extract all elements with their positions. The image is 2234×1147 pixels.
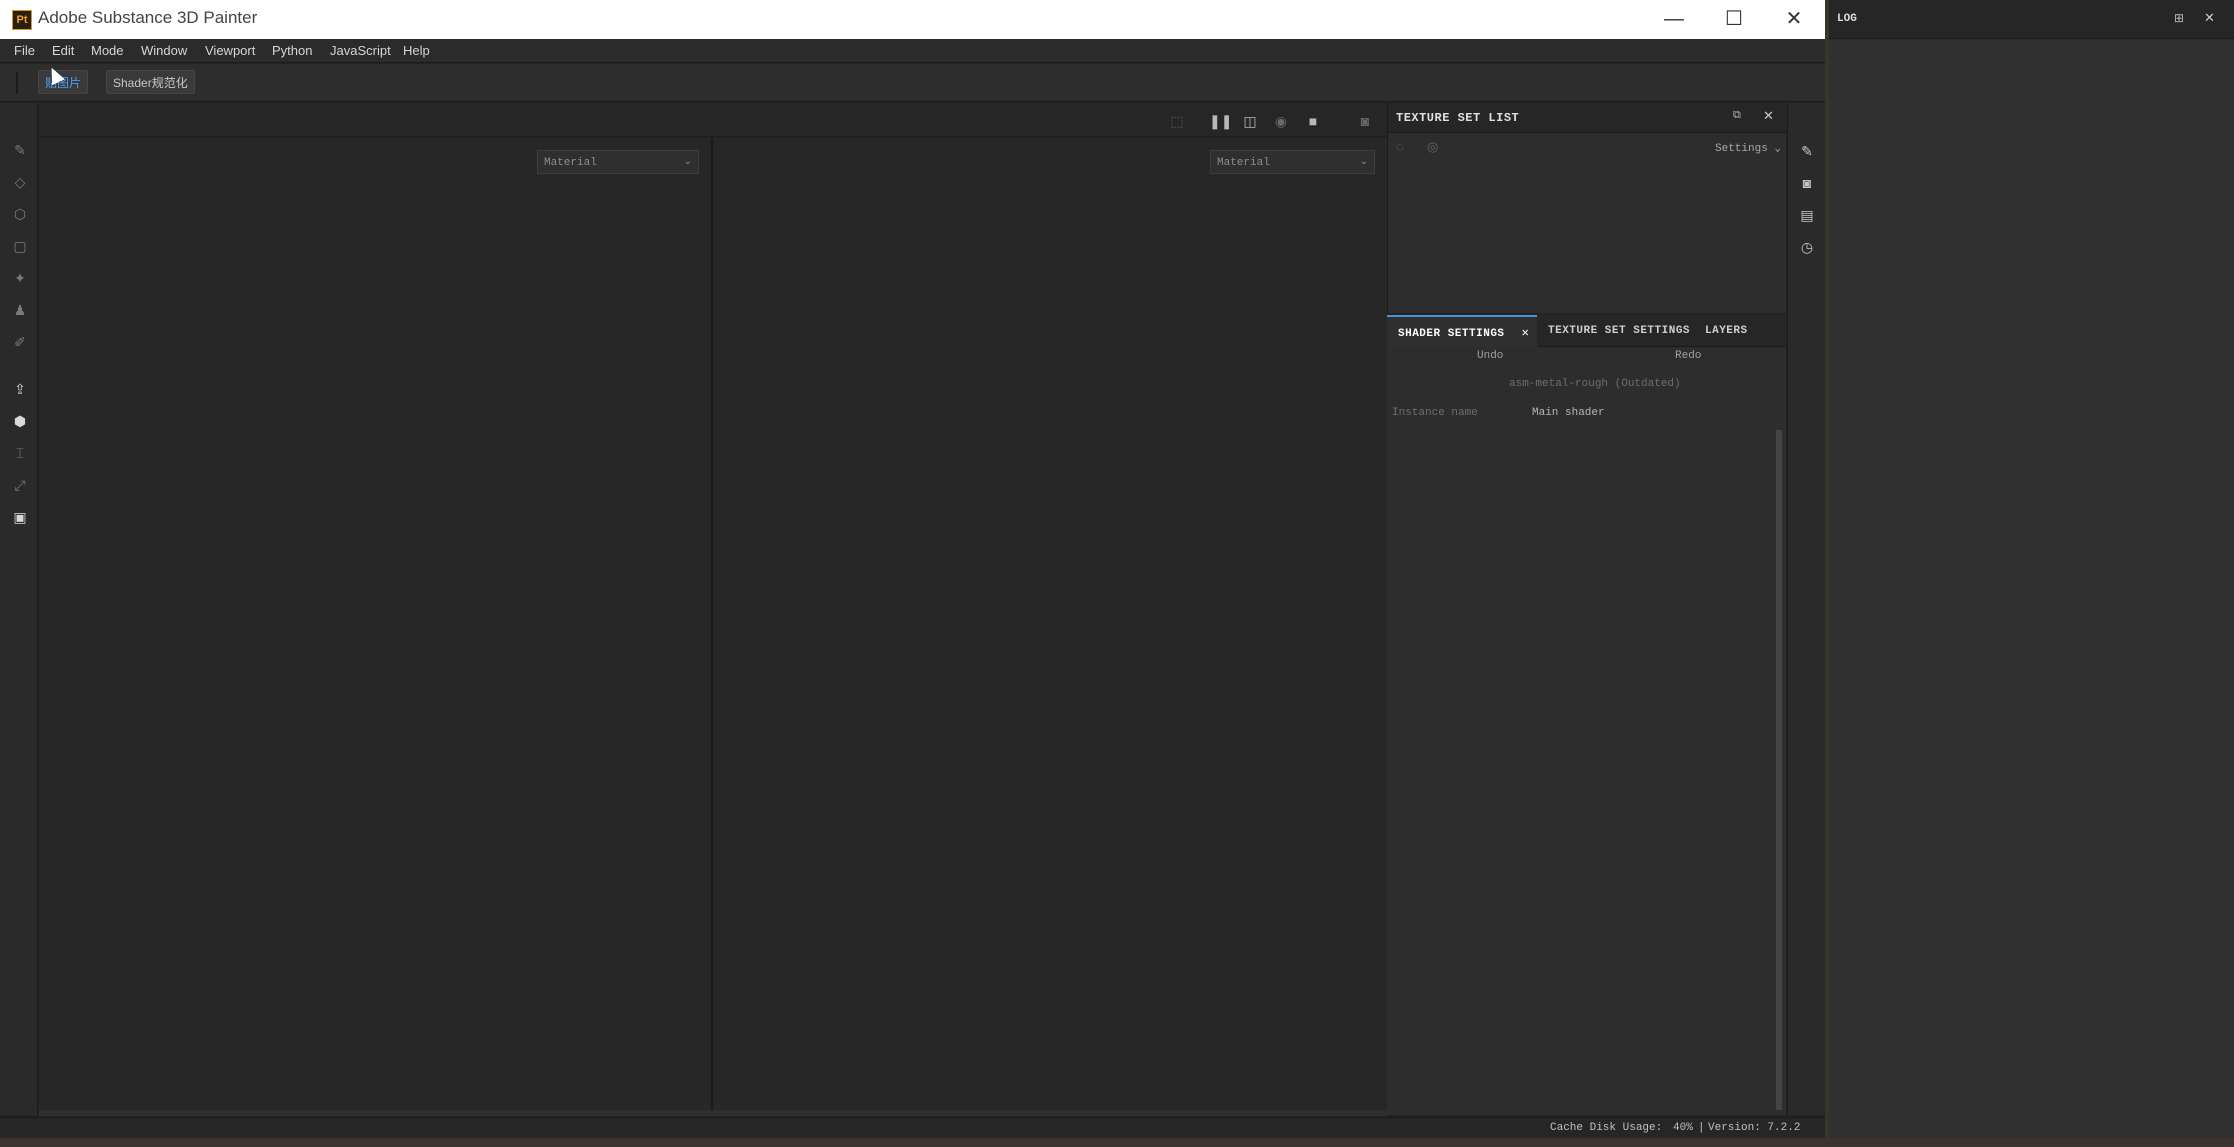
assets-icon[interactable]: ▤: [1796, 204, 1818, 226]
eraser-icon[interactable]: ◇: [9, 171, 31, 193]
dock-icon[interactable]: ⊞: [2174, 11, 2184, 25]
viewport-scrollbar[interactable]: [39, 1110, 1387, 1116]
viewport-toolbar: ⬚ ❚❚ ◫ ◉ ■ ◙: [39, 103, 1387, 137]
tab-texture-set-settings[interactable]: TEXTURE SET SETTINGS: [1548, 315, 1690, 347]
menu-viewport[interactable]: Viewport: [205, 43, 255, 58]
toolbar-grip[interactable]: [16, 72, 18, 94]
frame-selection-icon[interactable]: ⬚: [1166, 110, 1188, 132]
tab-layers[interactable]: LAYERS: [1705, 315, 1748, 347]
close-log-icon[interactable]: ✕: [2204, 10, 2215, 26]
menu-mode[interactable]: Mode: [91, 43, 124, 58]
geometry-mask-icon[interactable]: ▢: [9, 235, 31, 257]
shader-settings-panel: Undo Redo asm-metal-rough (Outdated) Ins…: [1387, 347, 1786, 1115]
close-panel-icon[interactable]: ✕: [1763, 108, 1774, 124]
maximize-button[interactable]: ☐: [1705, 0, 1763, 39]
history-icon[interactable]: ◷: [1796, 236, 1818, 258]
window-title: Adobe Substance 3D Painter: [38, 8, 258, 27]
clone-stamp-icon[interactable]: ♟: [9, 299, 31, 321]
painter-window: Pt Adobe Substance 3D Painter — ☐ ✕ File…: [0, 0, 1825, 1138]
visibility-off-icon[interactable]: ◌: [1396, 139, 1404, 154]
bake-mesh-icon[interactable]: ⬢: [9, 410, 31, 432]
status-separator: |: [1698, 1122, 1705, 1134]
properties-tabs: SHADER SETTINGS ✕ TEXTURE SET SETTINGS L…: [1387, 315, 1786, 347]
shader-name-label[interactable]: asm-metal-rough (Outdated): [1509, 378, 1681, 390]
uv-tools-icon[interactable]: ⌶: [9, 442, 31, 464]
menu-bar: File Edit Mode Window Viewport Python Ja…: [0, 39, 1825, 63]
close-tab-icon[interactable]: ✕: [1522, 326, 1530, 340]
menu-javascript[interactable]: JavaScript: [330, 43, 391, 58]
right-dock-strip: ✎ ◙ ▤ ◷: [1787, 103, 1825, 1115]
tab-shader-settings[interactable]: SHADER SETTINGS ✕: [1387, 315, 1537, 347]
menu-edit[interactable]: Edit: [52, 43, 74, 58]
app-logo: Pt: [12, 10, 32, 30]
viewport-2d[interactable]: Material ⌄: [713, 138, 1387, 1110]
version-label: Version: 7.2.2: [1708, 1122, 1801, 1134]
log-title: LOG: [1837, 13, 1857, 25]
pause-icon[interactable]: ❚❚: [1209, 110, 1232, 132]
title-bar: Pt Adobe Substance 3D Painter — ☐ ✕: [0, 0, 1825, 39]
measure-icon[interactable]: ⤢: [9, 474, 31, 496]
shader-normalize-button[interactable]: Shader规范化: [106, 70, 195, 94]
menu-help[interactable]: Help: [403, 43, 430, 58]
export-icon[interactable]: ⇪: [9, 378, 31, 400]
split-view-icon[interactable]: ◫: [1239, 110, 1261, 132]
plugin-toolbar: 贴图片 Shader规范化: [0, 64, 1825, 102]
screenshot-icon[interactable]: ◙: [1354, 110, 1376, 132]
document-icon[interactable]: ▣: [9, 506, 31, 528]
log-window: LOG ⊞ ✕: [1829, 0, 2234, 1138]
status-bar: Cache Disk Usage: 40% | Version: 7.2.2: [0, 1117, 1825, 1138]
material-dropdown-left[interactable]: Material ⌄: [537, 150, 699, 174]
undo-button[interactable]: Undo: [1477, 350, 1503, 362]
viewport-3d[interactable]: Material ⌄: [39, 138, 711, 1110]
camera-icon[interactable]: ■: [1302, 110, 1324, 132]
brush-settings-icon[interactable]: ✎: [1796, 140, 1818, 162]
redo-button[interactable]: Redo: [1675, 350, 1701, 362]
menu-file[interactable]: File: [14, 43, 35, 58]
display-mode-icon[interactable]: ◉: [1270, 110, 1292, 132]
paint-brush-icon[interactable]: ✎: [9, 139, 31, 161]
tool-strip: ✎ ◇ ⬡ ▢ ✦ ♟ ✐ ⇪ ⬢ ⌶ ⤢ ▣: [0, 103, 38, 1115]
menu-window[interactable]: Window: [141, 43, 187, 58]
log-title-bar: LOG ⊞ ✕: [1829, 0, 2234, 39]
texture-set-list-title: TEXTURE SET LIST: [1396, 111, 1520, 125]
color-picker-icon[interactable]: ✐: [9, 331, 31, 353]
float-panel-icon[interactable]: ⧉: [1733, 109, 1741, 122]
menu-python[interactable]: Python: [272, 43, 312, 58]
projection-icon[interactable]: ⬡: [9, 203, 31, 225]
texture-set-list-panel: TEXTURE SET LIST ⧉ ✕ ◌ ◎ Settings ⌄: [1387, 103, 1787, 313]
minimize-button[interactable]: —: [1645, 0, 1703, 39]
log-content[interactable]: [1829, 40, 2234, 1138]
chevron-down-icon: ⌄: [1359, 156, 1368, 167]
instance-name-value[interactable]: Main shader: [1532, 407, 1605, 419]
shader-panel-scrollbar[interactable]: [1776, 430, 1782, 1110]
cache-usage-value: 40%: [1673, 1122, 1693, 1134]
eye-icon[interactable]: ◎: [1427, 139, 1438, 155]
display-settings-icon[interactable]: ◙: [1796, 172, 1818, 194]
instance-name-label: Instance name: [1392, 407, 1478, 419]
cache-usage-label: Cache Disk Usage:: [1550, 1122, 1663, 1134]
material-dropdown-right[interactable]: Material ⌄: [1210, 150, 1375, 174]
close-button[interactable]: ✕: [1765, 0, 1823, 39]
texture-set-list-header: TEXTURE SET LIST ⧉ ✕: [1388, 103, 1787, 133]
chevron-down-icon: ⌄: [683, 156, 692, 167]
paste-image-button[interactable]: 贴图片: [38, 70, 89, 94]
settings-dropdown[interactable]: Settings ⌄: [1715, 141, 1781, 155]
smudge-icon[interactable]: ✦: [9, 267, 31, 289]
